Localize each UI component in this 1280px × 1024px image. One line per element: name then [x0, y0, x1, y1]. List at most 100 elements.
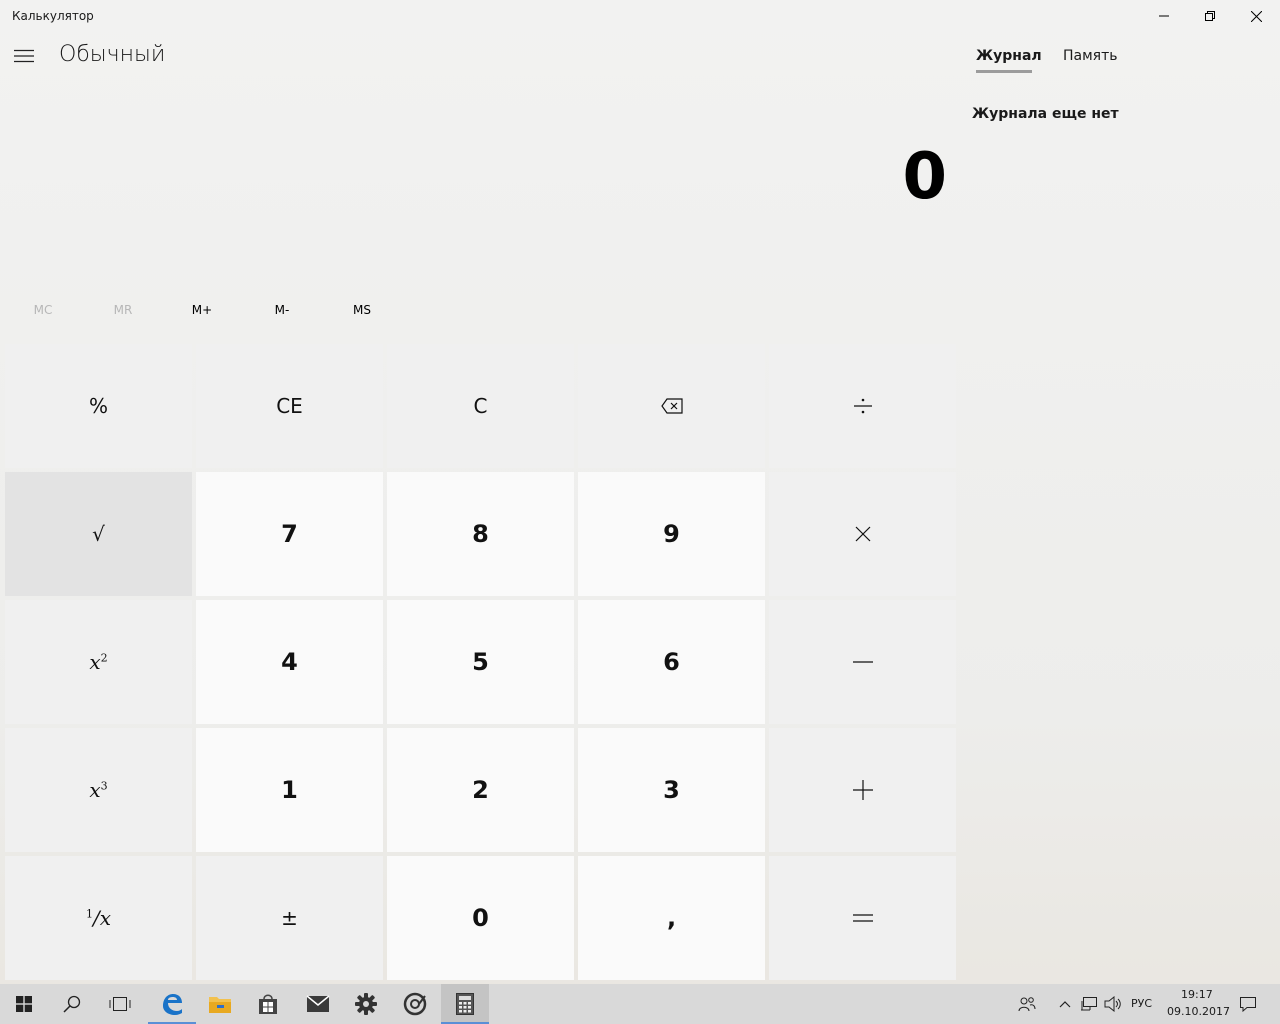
- clock-time[interactable]: 19:17: [1181, 988, 1213, 1001]
- groove-icon: [403, 992, 427, 1016]
- square-root-label: √: [92, 522, 105, 546]
- digit-9-label: 9: [663, 520, 680, 548]
- reciprocal-label: 1/x: [85, 906, 112, 930]
- settings-taskbar-button[interactable]: [342, 984, 390, 1024]
- digit-9-button[interactable]: 9: [578, 472, 765, 596]
- square-button[interactable]: x2: [5, 600, 192, 724]
- memory-store-button[interactable]: MS: [322, 298, 402, 322]
- digit-1-button[interactable]: 1: [196, 728, 383, 852]
- digit-0-button[interactable]: 0: [387, 856, 574, 980]
- action-center-button[interactable]: [1228, 984, 1268, 1024]
- memory-add-button[interactable]: M+: [162, 298, 242, 322]
- digit-7-label: 7: [281, 520, 298, 548]
- backspace-icon: [660, 398, 683, 414]
- input-language-indicator[interactable]: РУС: [1131, 997, 1152, 1010]
- cube-label: x3: [89, 778, 108, 802]
- task-view-icon: [109, 997, 131, 1011]
- negate-button[interactable]: ±: [196, 856, 383, 980]
- close-button[interactable]: [1233, 0, 1279, 32]
- digit-4-label: 4: [281, 648, 298, 676]
- digit-8-label: 8: [472, 520, 489, 548]
- search-icon: [63, 995, 81, 1013]
- clear-label: C: [473, 394, 488, 418]
- digit-6-button[interactable]: 6: [578, 600, 765, 724]
- network-button[interactable]: [1077, 984, 1101, 1024]
- close-icon: [1250, 10, 1262, 22]
- negate-label: ±: [281, 906, 298, 930]
- navigation-menu-button[interactable]: [8, 40, 40, 72]
- digit-3-button[interactable]: 3: [578, 728, 765, 852]
- clear-entry-label: CE: [276, 394, 303, 418]
- clear-entry-button[interactable]: CE: [196, 344, 383, 468]
- cube-button[interactable]: x3: [5, 728, 192, 852]
- calculator-mode-title: Обычный: [59, 42, 166, 67]
- plus-icon: [852, 780, 873, 800]
- divide-button[interactable]: [769, 344, 956, 468]
- memory-clear-button[interactable]: MC: [3, 298, 83, 322]
- clock-date[interactable]: 09.10.2017: [1167, 1005, 1230, 1018]
- minimize-button[interactable]: [1141, 0, 1187, 32]
- digit-3-label: 3: [663, 776, 680, 804]
- equals-icon: [852, 914, 873, 922]
- window-title: Калькулятор: [12, 9, 94, 23]
- digit-7-button[interactable]: 7: [196, 472, 383, 596]
- chevron-up-icon: [1059, 1001, 1071, 1008]
- percent-label: %: [88, 394, 108, 418]
- people-button[interactable]: [1005, 984, 1049, 1024]
- tab-history[interactable]: Журнал: [976, 48, 1042, 64]
- digit-5-button[interactable]: 5: [387, 600, 574, 724]
- edge-taskbar-button[interactable]: [148, 984, 196, 1024]
- calculator-taskbar-button[interactable]: [441, 984, 489, 1024]
- digit-5-label: 5: [472, 648, 489, 676]
- backspace-button[interactable]: [578, 344, 765, 468]
- volume-icon: [1104, 996, 1121, 1012]
- search-button[interactable]: [48, 984, 96, 1024]
- minus-icon: [852, 661, 873, 663]
- divide-icon: [853, 398, 872, 414]
- calculator-icon: [456, 993, 474, 1015]
- title-bar: Калькулятор: [0, 0, 1280, 32]
- file-explorer-taskbar-button[interactable]: [196, 984, 244, 1024]
- square-root-button[interactable]: √: [5, 472, 192, 596]
- digit-2-button[interactable]: 2: [387, 728, 574, 852]
- store-icon: [259, 994, 277, 1014]
- equals-button[interactable]: [769, 856, 956, 980]
- people-icon: [1018, 997, 1036, 1012]
- decimal-separator-label: ,: [666, 904, 677, 932]
- add-button[interactable]: [769, 728, 956, 852]
- groove-music-taskbar-button[interactable]: [391, 984, 439, 1024]
- hamburger-menu-icon: [14, 49, 34, 63]
- decimal-separator-button[interactable]: ,: [578, 856, 765, 980]
- restore-button[interactable]: [1187, 0, 1233, 32]
- show-hidden-icons-button[interactable]: [1054, 984, 1076, 1024]
- settings-icon: [355, 993, 377, 1015]
- digit-2-label: 2: [472, 776, 489, 804]
- restore-icon: [1205, 11, 1215, 21]
- task-view-button[interactable]: [96, 984, 144, 1024]
- reciprocal-button[interactable]: 1/x: [5, 856, 192, 980]
- multiply-button[interactable]: [769, 472, 956, 596]
- minimize-icon: [1159, 15, 1169, 17]
- store-taskbar-button[interactable]: [244, 984, 292, 1024]
- windows-start-icon: [16, 996, 32, 1012]
- volume-button[interactable]: [1101, 984, 1125, 1024]
- digit-4-button[interactable]: 4: [196, 600, 383, 724]
- subtract-button[interactable]: [769, 600, 956, 724]
- digit-1-label: 1: [281, 776, 298, 804]
- square-label: x2: [89, 650, 108, 674]
- file-explorer-icon: [209, 997, 231, 1013]
- start-button[interactable]: [0, 984, 48, 1024]
- multiply-icon: [855, 526, 870, 542]
- digit-0-label: 0: [472, 904, 489, 932]
- memory-subtract-button[interactable]: M-: [242, 298, 322, 322]
- digit-8-button[interactable]: 8: [387, 472, 574, 596]
- mail-taskbar-button[interactable]: [294, 984, 342, 1024]
- tab-memory[interactable]: Память: [1063, 48, 1118, 64]
- taskbar: РУС 19:17 09.10.2017: [0, 984, 1280, 1024]
- network-icon: [1081, 997, 1097, 1011]
- memory-recall-button[interactable]: MR: [83, 298, 163, 322]
- clear-button[interactable]: C: [387, 344, 574, 468]
- mail-icon: [306, 995, 330, 1012]
- percent-button[interactable]: %: [5, 344, 192, 468]
- active-tab-indicator: [976, 70, 1032, 73]
